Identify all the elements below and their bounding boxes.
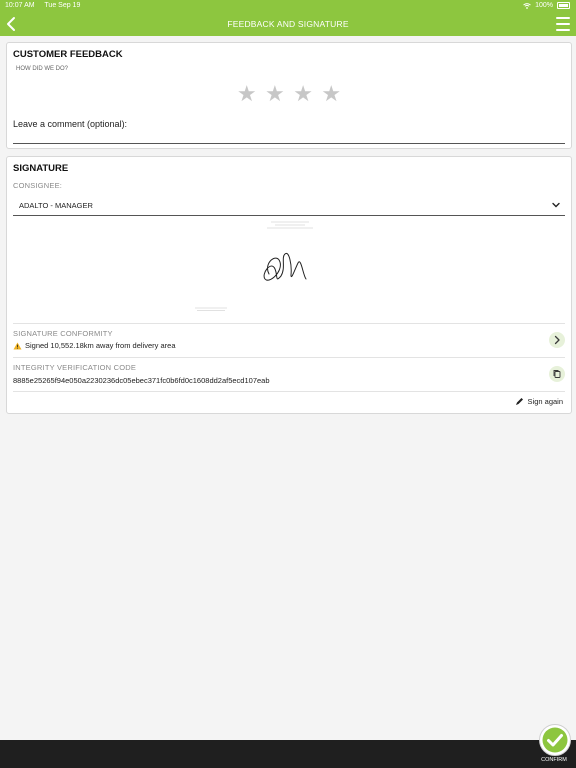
wifi-icon <box>523 2 531 9</box>
consignee-label: CONSIGNEE: <box>13 181 63 190</box>
warning-icon <box>13 342 22 350</box>
signature-title: SIGNATURE <box>13 163 69 174</box>
feedback-title: CUSTOMER FEEDBACK <box>13 49 123 60</box>
battery-icon <box>557 2 570 9</box>
sign-again-label: Sign again <box>527 397 563 406</box>
signature-image <box>195 221 313 311</box>
signature-card: SIGNATURE CONSIGNEE: ADALTO - MANAGER SI… <box>6 156 572 414</box>
integrity-label: INTEGRITY VERIFICATION CODE <box>13 363 137 372</box>
conformity-value: Signed 10,552.18km away from delivery ar… <box>25 341 176 350</box>
chevron-right-icon <box>554 335 560 345</box>
pen-icon <box>515 398 523 405</box>
integrity-code: 8885e25265f94e050a2230236dc05ebec371fc0b… <box>13 376 270 385</box>
nav-bar: FEEDBACK AND SIGNATURE <box>0 12 576 36</box>
conformity-details-button[interactable] <box>549 332 565 348</box>
star-icon-3[interactable]: ★ <box>293 83 313 105</box>
confirm-label: CONFIRM <box>541 757 567 763</box>
customer-feedback-card: CUSTOMER FEEDBACK HOW DID WE DO? ★ ★ ★ ★… <box>6 42 572 149</box>
star-rating: ★ ★ ★ ★ <box>7 83 571 106</box>
sign-again-button[interactable]: Sign again <box>515 397 563 406</box>
status-time: 10:07 AM <box>5 2 35 9</box>
confirm-button[interactable] <box>539 724 571 756</box>
copy-icon <box>553 370 561 378</box>
copy-button[interactable] <box>549 366 565 382</box>
star-icon-4[interactable]: ★ <box>321 83 341 105</box>
bottom-toolbar <box>0 740 576 768</box>
status-bar: 10:07 AM Tue Sep 19 100% <box>0 0 576 12</box>
page-title: FEEDBACK AND SIGNATURE <box>227 19 349 29</box>
divider <box>13 357 565 358</box>
chevron-down-icon <box>552 202 560 208</box>
divider <box>13 391 565 392</box>
divider <box>13 323 565 324</box>
conformity-row: Signed 10,552.18km away from delivery ar… <box>13 341 176 350</box>
feedback-subtitle: HOW DID WE DO? <box>16 66 68 72</box>
status-date: Tue Sep 19 <box>44 2 81 9</box>
consignee-value: ADALTO - MANAGER <box>19 201 93 210</box>
comment-label: Leave a comment (optional): <box>13 119 128 129</box>
hamburger-menu-icon[interactable] <box>556 17 570 31</box>
checkmark-icon <box>542 727 568 753</box>
conformity-label: SIGNATURE CONFORMITY <box>13 329 113 338</box>
comment-input[interactable] <box>13 143 565 144</box>
star-icon-2[interactable]: ★ <box>265 83 285 105</box>
consignee-select[interactable]: ADALTO - MANAGER <box>13 197 565 216</box>
battery-percent: 100% <box>535 2 553 9</box>
star-icon-1[interactable]: ★ <box>237 83 257 105</box>
